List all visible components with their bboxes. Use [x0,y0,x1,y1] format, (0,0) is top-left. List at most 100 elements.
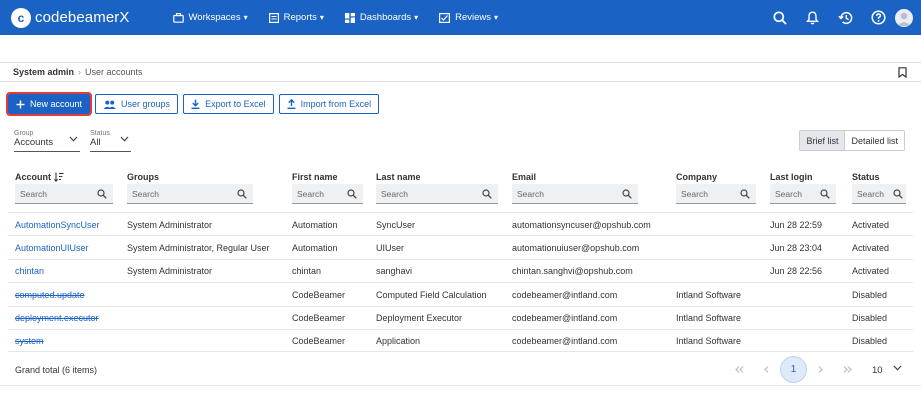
company-cell: Intland Software [676,313,742,324]
breadcrumb: System admin › User accounts [0,62,921,82]
group-filter-select[interactable]: Group Accounts [14,130,80,152]
last-name-cell: UIUser [376,242,405,253]
email-search-input[interactable]: Search [512,184,638,204]
column-last-name[interactable]: Last name [376,170,421,184]
new-account-button[interactable]: New account [5,92,93,116]
download-icon [191,99,200,109]
upload-icon [287,99,296,109]
column-first-name[interactable]: First name [292,170,338,184]
status-cell: Disabled [852,289,888,300]
column-groups[interactable]: Groups [127,170,159,184]
new-account-label: New account [30,99,83,109]
next-page-button[interactable] [807,356,834,383]
brief-list-button[interactable]: Brief list [800,131,846,150]
import-from-excel-button[interactable]: Import from Excel [278,94,380,114]
breadcrumb-system-admin[interactable]: System admin [13,67,74,77]
export-to-excel-label: Export to Excel [205,99,266,109]
account-link[interactable]: AutomationUIUser [15,236,89,259]
search-icon [237,189,247,199]
logo-icon: c [11,7,31,28]
column-groups-title: Groups [127,172,160,182]
account-link[interactable]: chintan [15,260,44,283]
search-icon [622,189,632,199]
chevron-left-icon [764,366,769,373]
account-search-placeholder: Search [20,188,47,199]
email-cell: codebeamer@intland.com [512,313,618,324]
first-name-cell: Automation [292,242,338,253]
column-email[interactable]: Email [512,170,536,184]
column-company[interactable]: Company [676,170,717,184]
user-avatar[interactable] [895,8,913,27]
table-footer: Grand total (6 items) 1 10 [0,353,921,386]
app-logo[interactable]: c codebeamerX [11,7,130,28]
account-link[interactable]: AutomationSyncUser [15,213,100,236]
column-status[interactable]: Status [852,170,880,184]
nav-reviews[interactable]: Reviews ▾ [439,12,498,23]
detailed-list-button[interactable]: Detailed list [845,131,904,150]
status-filter-select[interactable]: Status All [90,130,131,152]
last-login-search-input[interactable]: Search [770,184,836,204]
users-icon [103,100,116,109]
chevron-down-icon: ▾ [319,13,324,22]
last-name-search-input[interactable]: Search [376,184,498,204]
table-header: Account Search Groups Search First name … [0,170,921,213]
search-icon [772,10,787,25]
search-icon [740,189,750,199]
account-link[interactable]: deployment.executor [15,307,99,330]
first-name-search-input[interactable]: Search [292,184,363,204]
chevron-down-icon [893,365,902,371]
user-accounts-table: AutomationSyncUser System Administrator … [8,212,913,353]
page-size-select[interactable]: 10 [866,360,906,380]
groups-search-placeholder: Search [132,188,159,199]
chevron-right-icon [818,366,823,373]
first-name-cell: CodeBeamer [292,313,346,324]
review-icon [439,12,451,23]
nav-workspaces[interactable]: Workspaces ▾ [172,12,248,23]
last-name-cell: SyncUser [376,219,416,230]
help-icon [871,10,886,25]
notifications-button[interactable] [796,10,829,25]
bookmark-icon [898,67,907,79]
table-row: AutomationSyncUser System Administrator … [8,212,913,235]
pagination: 1 [726,356,861,383]
status-cell: Activated [852,219,890,230]
column-status-title: Status [852,172,880,182]
status-search-input[interactable]: Search [852,184,906,204]
groups-search-input[interactable]: Search [127,184,253,204]
account-link[interactable]: computed.update [15,283,85,306]
app-name: codebeamerX [35,9,130,26]
history-button[interactable] [829,11,862,25]
column-last-name-title: Last name [376,172,421,182]
account-link[interactable]: system [15,330,44,353]
search-icon [820,189,830,199]
first-name-cell: Automation [292,219,338,230]
search-button[interactable] [763,10,796,25]
bookmark-button[interactable] [898,67,907,80]
export-to-excel-button[interactable]: Export to Excel [183,94,274,114]
company-cell: Intland Software [676,336,742,347]
plus-icon [16,100,25,108]
help-button[interactable] [862,10,895,25]
nav-dashboards[interactable]: Dashboards ▾ [344,12,418,23]
user-groups-button[interactable]: User groups [95,94,179,114]
first-name-cell: chintan [292,266,322,277]
column-account[interactable]: Account [15,170,64,184]
history-icon [838,11,853,24]
company-search-input[interactable]: Search [676,184,756,204]
last-login-cell: Jun 28 23:04 [770,242,823,253]
email-search-placeholder: Search [517,188,544,199]
previous-page-button[interactable] [753,356,780,383]
dashboard-icon [344,12,355,23]
last-page-button[interactable] [834,356,861,383]
column-first-name-title: First name [292,172,338,182]
account-search-input[interactable]: Search [15,184,113,204]
import-from-excel-label: Import from Excel [300,99,372,109]
table-row: AutomationUIUser System Administrator, R… [8,235,913,258]
column-last-login[interactable]: Last login [770,170,813,184]
page-button-current[interactable]: 1 [780,356,807,383]
first-page-button[interactable] [726,356,753,383]
search-icon [482,189,492,199]
nav-reports[interactable]: Reports ▾ [268,12,324,23]
nav-workspaces-label: Workspaces [188,12,241,23]
email-cell: automationuiuser@opshub.com [512,242,640,253]
